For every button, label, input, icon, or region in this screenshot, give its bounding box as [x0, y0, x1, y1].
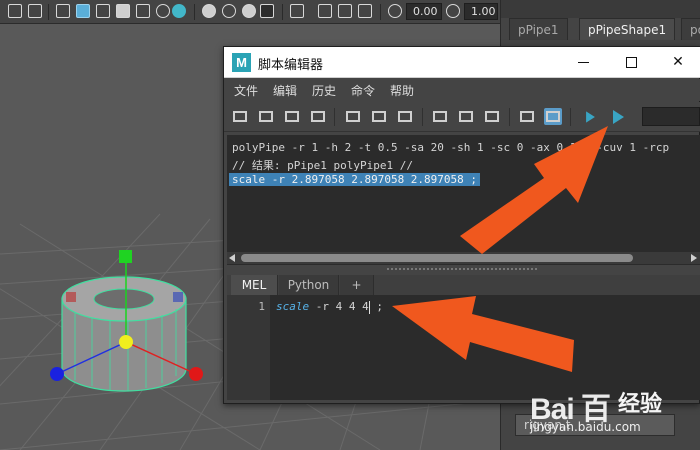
editor-toolbar	[224, 102, 700, 132]
curve-snap-icon[interactable]	[338, 4, 352, 18]
point-snap-icon[interactable]	[358, 4, 372, 18]
pipe-mesh[interactable]	[61, 276, 187, 392]
checker-icon[interactable]	[136, 4, 150, 18]
add-tab-button[interactable]: +	[340, 275, 374, 295]
exposure-icon[interactable]	[388, 4, 402, 18]
source-script-icon[interactable]	[257, 108, 275, 125]
scroll-left-icon[interactable]	[229, 254, 235, 262]
light-icon[interactable]	[156, 4, 170, 18]
code-keyword: scale	[276, 300, 310, 313]
grid-snap-icon[interactable]	[318, 4, 332, 18]
gamma-icon[interactable]	[446, 4, 460, 18]
open-script-icon[interactable]	[231, 108, 249, 125]
material-icon[interactable]	[172, 4, 186, 18]
menu-file[interactable]: 文件	[234, 82, 258, 99]
cube-solid-icon[interactable]	[116, 4, 130, 18]
cube-shaded-icon[interactable]	[76, 4, 90, 18]
clear-all-icon[interactable]	[396, 108, 414, 125]
ambient-icon[interactable]	[242, 4, 256, 18]
scrollbar-thumb[interactable]	[241, 254, 633, 262]
line-number: 1	[258, 300, 265, 313]
tab-polypipe[interactable]: po	[681, 18, 700, 40]
scroll-right-icon[interactable]	[691, 254, 697, 262]
select-icon[interactable]	[8, 4, 22, 18]
maya-screen: 0.00 1.00 pPipe1 pPipeShape1 p rigyan.t …	[0, 0, 700, 450]
clear-input-icon[interactable]	[370, 108, 388, 125]
select-arrow-icon[interactable]	[290, 4, 304, 18]
toolbar-divider	[422, 108, 423, 126]
script-editor-window: M 脚本编辑器 ✕ 文件 编辑 历史 命令 帮助 polyPipe -r 1 -…	[223, 46, 700, 404]
execute-selected-icon[interactable]	[586, 111, 595, 123]
history-pane[interactable]: polyPipe -r 1 -h 2 -t 0.5 -sa 20 -sh 1 -…	[227, 135, 700, 268]
clear-history-icon[interactable]	[344, 108, 362, 125]
echo-commands-icon[interactable]	[518, 108, 536, 125]
menu-history[interactable]: 历史	[312, 82, 336, 99]
tab-python[interactable]: Python	[279, 275, 339, 295]
sphere-icon[interactable]	[202, 4, 216, 18]
tab-mel[interactable]: MEL	[231, 275, 278, 295]
menu-edit[interactable]: 编辑	[273, 82, 297, 99]
menu-command[interactable]: 命令	[351, 82, 375, 99]
show-history-icon[interactable]	[431, 108, 449, 125]
menu-help[interactable]: 帮助	[390, 82, 414, 99]
show-both-icon[interactable]	[483, 108, 501, 125]
pane-splitter[interactable]	[227, 265, 700, 275]
history-scrollbar[interactable]	[227, 252, 700, 264]
code-line[interactable]: scale -r 4 4 4 ;	[276, 300, 383, 314]
maximize-button[interactable]	[609, 47, 655, 78]
minimize-icon	[578, 62, 589, 63]
toolbar-divider	[334, 108, 335, 126]
watermark-text: 经验	[618, 392, 663, 417]
history-line: // 结果: pPipe1 polyPipe1 //	[232, 159, 413, 172]
save-script-icon[interactable]	[283, 108, 301, 125]
toolbar-divider	[48, 4, 49, 20]
cube-wire-icon[interactable]	[56, 4, 70, 18]
code-args: -r 4 4 4	[309, 300, 369, 313]
minimize-button[interactable]	[561, 47, 607, 78]
save-to-shelf-icon[interactable]	[309, 108, 327, 125]
close-button[interactable]: ✕	[655, 47, 700, 78]
code-terminator: ;	[369, 300, 383, 313]
gamma-field[interactable]: 1.00	[464, 3, 498, 20]
isolate-icon[interactable]	[260, 4, 274, 18]
shadow-icon[interactable]	[222, 4, 236, 18]
toolbar-divider	[509, 108, 510, 126]
cube-icon[interactable]	[96, 4, 110, 18]
toolbar-divider	[570, 108, 571, 126]
show-input-icon[interactable]	[457, 108, 475, 125]
history-line-selected[interactable]: scale -r 2.897058 2.897058 2.897058 ;	[229, 173, 481, 186]
node-tabs: pPipe1 pPipeShape1 po	[509, 18, 700, 40]
window-titlebar[interactable]: M 脚本编辑器 ✕	[224, 47, 700, 78]
toolbar-divider	[194, 4, 195, 20]
close-icon: ✕	[672, 54, 684, 70]
panel-header-strip	[501, 0, 700, 18]
window-title: 脚本编辑器	[258, 58, 324, 73]
baidu-watermark: Bai 百 经验 jingyan.baidu.com	[530, 378, 700, 438]
line-number-gutter: 1	[227, 295, 270, 400]
execute-all-icon[interactable]	[613, 110, 624, 124]
toolbar-divider	[380, 4, 381, 20]
text-tool-icon[interactable]	[28, 4, 42, 18]
exposure-field[interactable]: 0.00	[406, 3, 442, 20]
maximize-icon	[626, 57, 637, 68]
splitter-grip	[387, 268, 537, 271]
line-numbers-icon[interactable]	[544, 108, 562, 125]
maya-logo-icon: M	[232, 53, 251, 72]
editor-menubar: 文件 编辑 历史 命令 帮助	[224, 79, 700, 101]
tab-ppipe1[interactable]: pPipe1	[509, 18, 568, 40]
toolbar-divider	[282, 4, 283, 20]
history-line: polyPipe -r 1 -h 2 -t 0.5 -sa 20 -sh 1 -…	[232, 141, 670, 154]
watermark-url: jingyan.baidu.com	[530, 420, 641, 434]
tab-ppipeshape1[interactable]: pPipeShape1	[579, 18, 676, 40]
command-search-field[interactable]	[642, 107, 700, 126]
input-tab-bar: MEL Python +	[227, 275, 700, 295]
